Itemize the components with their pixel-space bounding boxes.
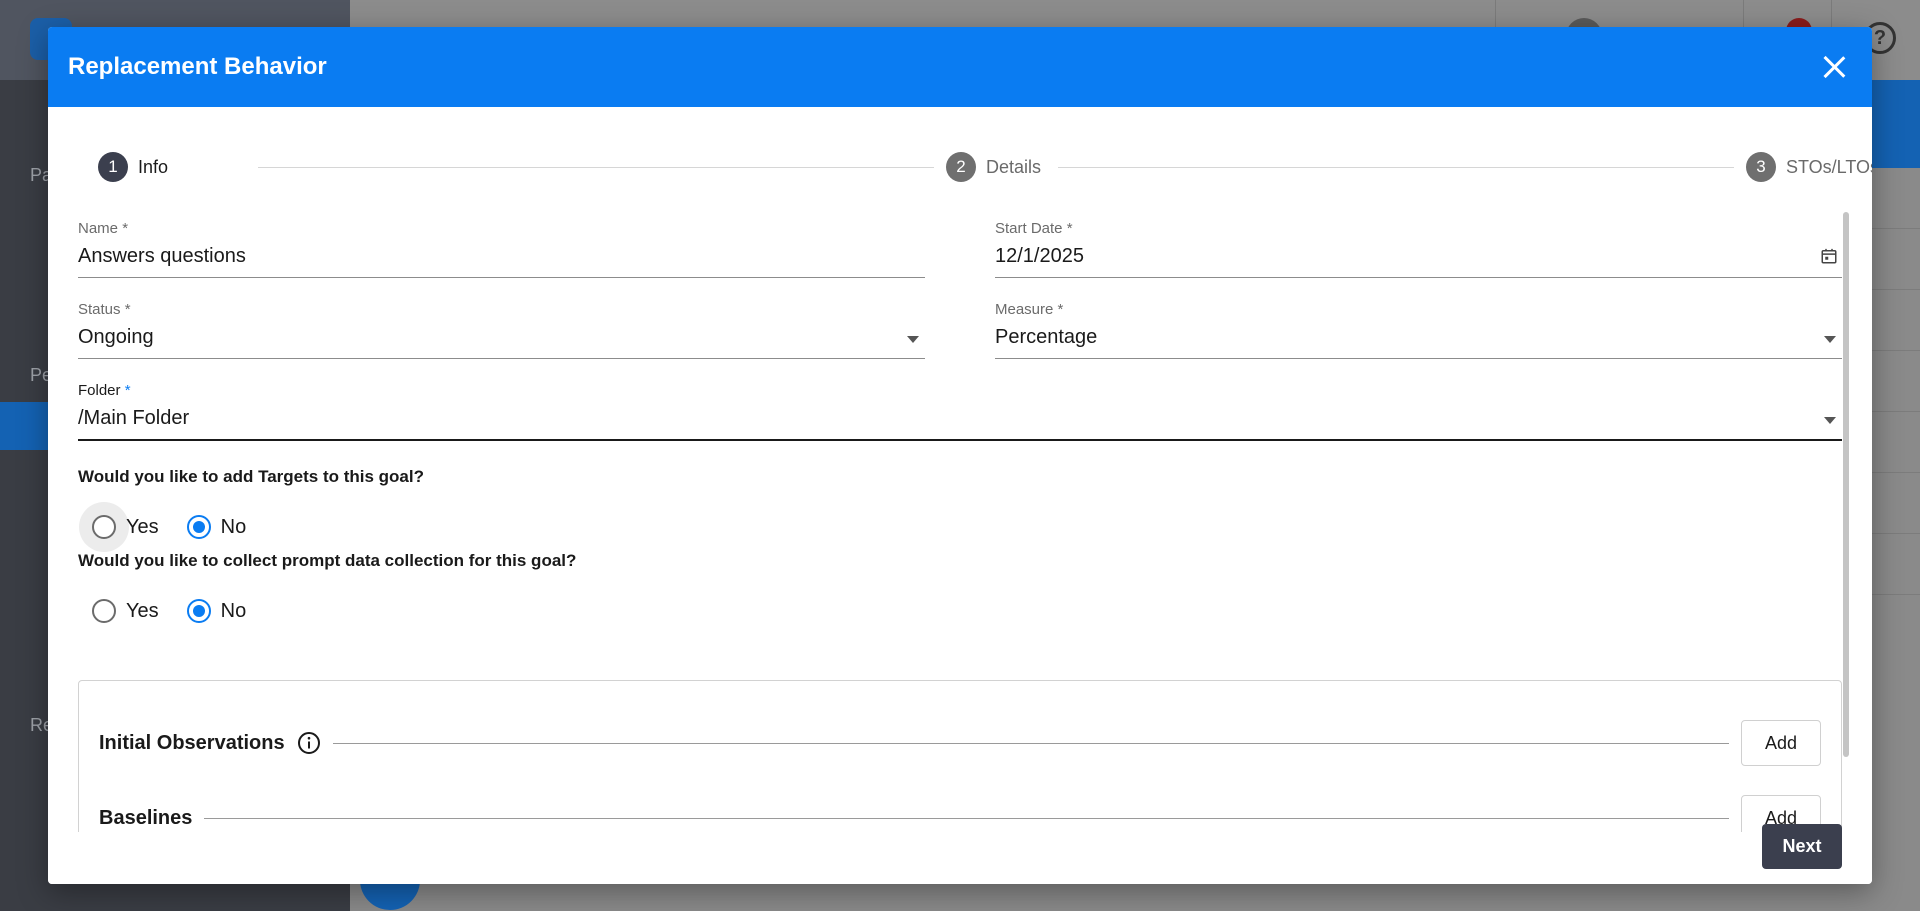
step-number: 3 [1746, 152, 1776, 182]
measure-value[interactable]: Percentage [995, 326, 1842, 359]
targets-no-radio[interactable]: No [186, 515, 247, 539]
step-stos-ltos[interactable]: 3 STOs/LTOs [1746, 152, 1872, 182]
radio-button[interactable] [186, 515, 211, 539]
step-label: STOs/LTOs [1786, 156, 1872, 177]
stepper-connector [1058, 167, 1734, 168]
folder-select[interactable]: Folder * /Main Folder [78, 382, 1842, 441]
radio-button[interactable] [92, 599, 116, 623]
chevron-down-icon [1824, 336, 1836, 343]
next-button[interactable]: Next [1762, 824, 1842, 869]
prompt-question: Would you like to collect prompt data co… [78, 551, 577, 570]
close-icon[interactable] [1818, 51, 1850, 83]
initial-observations-section: Initial Observations Add [99, 719, 1821, 767]
scrollbar[interactable] [1843, 212, 1849, 757]
chevron-down-icon [1824, 417, 1836, 424]
radio-button[interactable] [186, 599, 211, 623]
targets-radio-group: Yes No [79, 502, 274, 552]
start-date-label: Start Date * [995, 220, 1073, 237]
add-initial-observation-button[interactable]: Add [1741, 720, 1821, 766]
name-field[interactable]: Name * Answers questions [78, 220, 925, 278]
start-date-input[interactable]: 12/1/2025 [995, 245, 1842, 278]
folder-label: Folder * [78, 382, 131, 399]
modal-title: Replacement Behavior [68, 53, 327, 80]
background-table [1872, 168, 1920, 908]
section-title: Initial Observations [99, 731, 285, 754]
section-divider [204, 817, 1729, 819]
radio-label: No [220, 515, 247, 538]
modal-footer [48, 832, 1872, 884]
modal-header: Replacement Behavior [48, 27, 1872, 107]
section-title: Baselines [99, 806, 193, 829]
stepper-connector [258, 167, 934, 168]
status-select[interactable]: Status * Ongoing [78, 301, 925, 359]
step-details[interactable]: 2 Details [946, 152, 1041, 182]
stepper: 1 Info 2 Details 3 STOs/LTOs [98, 152, 1872, 184]
radio-button[interactable] [92, 515, 116, 539]
info-icon[interactable] [297, 731, 321, 755]
radio-label: No [220, 599, 247, 622]
start-date-field[interactable]: Start Date * 12/1/2025 [995, 220, 1842, 278]
radio-label: Yes [126, 599, 159, 622]
prompt-yes-radio[interactable]: Yes [92, 599, 159, 623]
calendar-icon[interactable] [1820, 247, 1838, 265]
measure-select[interactable]: Measure * Percentage [995, 301, 1842, 359]
chevron-down-icon [907, 336, 919, 343]
name-label: Name * [78, 220, 129, 237]
step-info[interactable]: 1 Info [98, 152, 168, 182]
status-label: Status * [78, 301, 131, 318]
step-label: Details [986, 156, 1042, 177]
step-label: Info [138, 156, 169, 177]
folder-value[interactable]: /Main Folder [78, 407, 1842, 441]
replacement-behavior-modal: Replacement Behavior 1 Info 2 Details 3 … [48, 27, 1872, 884]
targets-yes-radio[interactable]: Yes [92, 515, 159, 539]
radio-label: Yes [126, 515, 159, 538]
prompt-no-radio[interactable]: No [186, 599, 247, 623]
targets-question: Would you like to add Targets to this go… [78, 467, 424, 486]
step-number: 1 [98, 152, 128, 182]
status-value[interactable]: Ongoing [78, 326, 925, 359]
step-number: 2 [946, 152, 976, 182]
menu-button-strip [1872, 80, 1920, 168]
section-divider [332, 742, 1729, 744]
name-input[interactable]: Answers questions [78, 245, 925, 278]
prompt-radio-group: Yes No [92, 599, 274, 623]
measure-label: Measure * [995, 301, 1064, 318]
